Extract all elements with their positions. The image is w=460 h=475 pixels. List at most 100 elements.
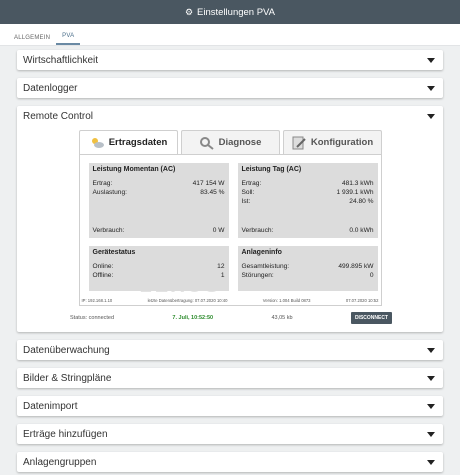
box-title: Anlageninfo [241, 249, 282, 256]
stat-label: Verbrauch: [241, 227, 274, 234]
section-datenlogger[interactable]: Datenlogger [17, 78, 443, 98]
tab-label: Diagnose [218, 137, 262, 148]
stat-label: Verbrauch: [92, 227, 125, 234]
tab-pva[interactable]: PVA [56, 33, 81, 45]
section-header[interactable]: Bilder & Stringpläne [17, 368, 443, 388]
tab-diagnose[interactable]: Diagnose [180, 130, 280, 154]
stat-value: 417 154 W [192, 180, 225, 187]
box-title: Gerätestatus [92, 249, 136, 256]
tab-label: Ertragsdaten [108, 137, 168, 148]
section-label: Datenimport [23, 400, 78, 412]
stat-row: Offline: 1 [93, 271, 225, 280]
section-ertraege-hinzufuegen[interactable]: Erträge hinzufügen [17, 424, 443, 444]
ertragsdaten-panel: LEXUS Leistung Momentan (AC) Ertrag:417 … [78, 154, 382, 306]
chevron-down-icon [427, 347, 435, 353]
stat-label: Gesamtleistung: [241, 263, 290, 270]
stat-label: Störungen: [241, 272, 274, 279]
tab-konfiguration[interactable]: Konfiguration [282, 130, 382, 154]
remote-tabs: Ertragsdaten Diagnose Konfiguration [78, 130, 382, 154]
clipboard-edit-icon [291, 136, 307, 150]
section-label: Datenlogger [23, 82, 78, 94]
stat-value: 1 939.1 kWh [336, 189, 374, 196]
geraetestatus-box: Gerätestatus Online: 12 Offline: 1 [88, 246, 229, 291]
section-header[interactable]: Anlagengruppen [17, 452, 443, 472]
stat-value: 0.0 kWh [349, 227, 374, 234]
ip-address: IP: 192.168.1.10 [81, 298, 113, 303]
panel-date: 07.07.2020 10:52 [345, 298, 379, 303]
section-wirtschaftlichkeit[interactable]: Wirtschaftlichkeit [17, 50, 443, 70]
section-remote-control: Remote Control Ertragsdaten Diagnose Kon… [17, 106, 443, 332]
chevron-down-icon [427, 431, 435, 437]
remote-app: Ertragsdaten Diagnose Konfiguration Leis… [78, 130, 382, 306]
connection-status-bar: Status: connected 7. Juli, 10:52:50 43,0… [17, 306, 443, 324]
chevron-down-icon [427, 375, 435, 381]
tab-allgemein[interactable]: ALLGEMEIN [8, 35, 56, 45]
settings-content: Wirtschaftlichkeit Datenlogger Remote Co… [0, 46, 460, 472]
stat-row: Ist: 24.80 % [242, 197, 374, 206]
section-label: Erträge hinzufügen [23, 428, 108, 440]
tab-label: Konfiguration [310, 137, 374, 148]
gear-icon: ⚙ [184, 6, 194, 17]
leistung-momentan-box: Leistung Momentan (AC) Ertrag: 417 154 W … [88, 163, 229, 238]
tab-ertragsdaten[interactable]: Ertragsdaten [78, 130, 178, 154]
anlageninfo-box: Anlageninfo Gesamtleistung: 499.895 kW St… [237, 246, 378, 291]
section-header[interactable]: Erträge hinzufügen [17, 424, 443, 444]
section-label: Wirtschaftlichkeit [23, 54, 99, 66]
section-header[interactable]: Wirtschaftlichkeit [17, 50, 443, 70]
weather-sun-cloud-icon [89, 136, 105, 150]
section-header[interactable]: Datenlogger [17, 78, 443, 98]
chevron-down-icon [427, 459, 435, 465]
section-anlagengruppen[interactable]: Anlagengruppen [17, 452, 443, 472]
stat-row: Verbrauch: 0 W [93, 226, 225, 235]
remote-control-body: Ertragsdaten Diagnose Konfiguration Leis… [17, 126, 443, 332]
chevron-down-icon [427, 85, 435, 91]
stat-label: Ertrag: [92, 180, 113, 187]
leistung-tag-box: Leistung Tag (AC) Ertrag: 481.3 kWh Soll:… [237, 163, 378, 238]
stat-value: 24.80 % [349, 198, 374, 205]
disconnect-button[interactable]: DISCONNECT [350, 312, 392, 324]
stat-value: 499.895 kW [338, 263, 374, 270]
magnifier-icon [199, 136, 215, 150]
stat-label: Offline: [92, 272, 114, 279]
section-label: Bilder & Stringpläne [23, 372, 112, 384]
stat-row: Ertrag: 481.3 kWh [242, 179, 374, 188]
stat-row: Störungen: 0 [242, 271, 374, 280]
chevron-down-icon [427, 57, 435, 63]
status-text: Status: connected [70, 315, 115, 321]
stat-label: Auslastung: [92, 189, 127, 196]
section-bilder-stringplaene[interactable]: Bilder & Stringpläne [17, 368, 443, 388]
section-datenueberwachung[interactable]: Datenüberwachung [17, 340, 443, 360]
stat-label: Ertrag: [241, 180, 262, 187]
stat-row: Soll: 1 939.1 kWh [242, 188, 374, 197]
status-time: 7. Juli, 10:52:50 [172, 315, 214, 321]
section-header[interactable]: Remote Control [17, 106, 443, 126]
section-header[interactable]: Datenimport [17, 396, 443, 416]
stat-label: Ist: [241, 198, 251, 205]
stat-value: 481.3 kWh [341, 180, 374, 187]
stat-value: 0 W [212, 227, 225, 234]
stat-row: Ertrag: 417 154 W [93, 179, 225, 188]
tab-bar: ALLGEMEIN PVA [0, 24, 460, 46]
page-title: Einstellungen PVA [197, 6, 276, 18]
stat-value: 12 [217, 263, 225, 270]
section-header[interactable]: Datenüberwachung [17, 340, 443, 360]
box-title: Leistung Tag (AC) [241, 166, 302, 173]
section-label: Datenüberwachung [23, 344, 110, 356]
stat-row: Verbrauch: 0.0 kWh [242, 226, 374, 235]
last-transfer: letzte Datenübertragung: 07.07.2020 10:4… [147, 298, 228, 303]
stat-row: Online: 12 [93, 262, 225, 271]
stat-label: Soll: [241, 189, 255, 196]
stat-label: Online: [92, 263, 114, 270]
stat-row: Auslastung: 83.45 % [93, 188, 225, 197]
stats-grid: Leistung Momentan (AC) Ertrag: 417 154 W … [88, 163, 378, 291]
section-label: Anlagengruppen [23, 456, 97, 468]
stat-value: 83.45 % [200, 189, 225, 196]
section-datenimport[interactable]: Datenimport [17, 396, 443, 416]
stat-row: Gesamtleistung: 499.895 kW [242, 262, 374, 271]
status-size: 43,05 kb [271, 315, 293, 321]
box-title: Leistung Momentan (AC) [92, 166, 176, 173]
version-info: Version: 1.004 Build 0873 [262, 298, 311, 303]
title-bar: ⚙ Einstellungen PVA [0, 0, 460, 24]
section-label: Remote Control [23, 110, 94, 122]
panel-footer: IP: 192.168.1.10 letzte Datenübertragung… [80, 298, 381, 303]
